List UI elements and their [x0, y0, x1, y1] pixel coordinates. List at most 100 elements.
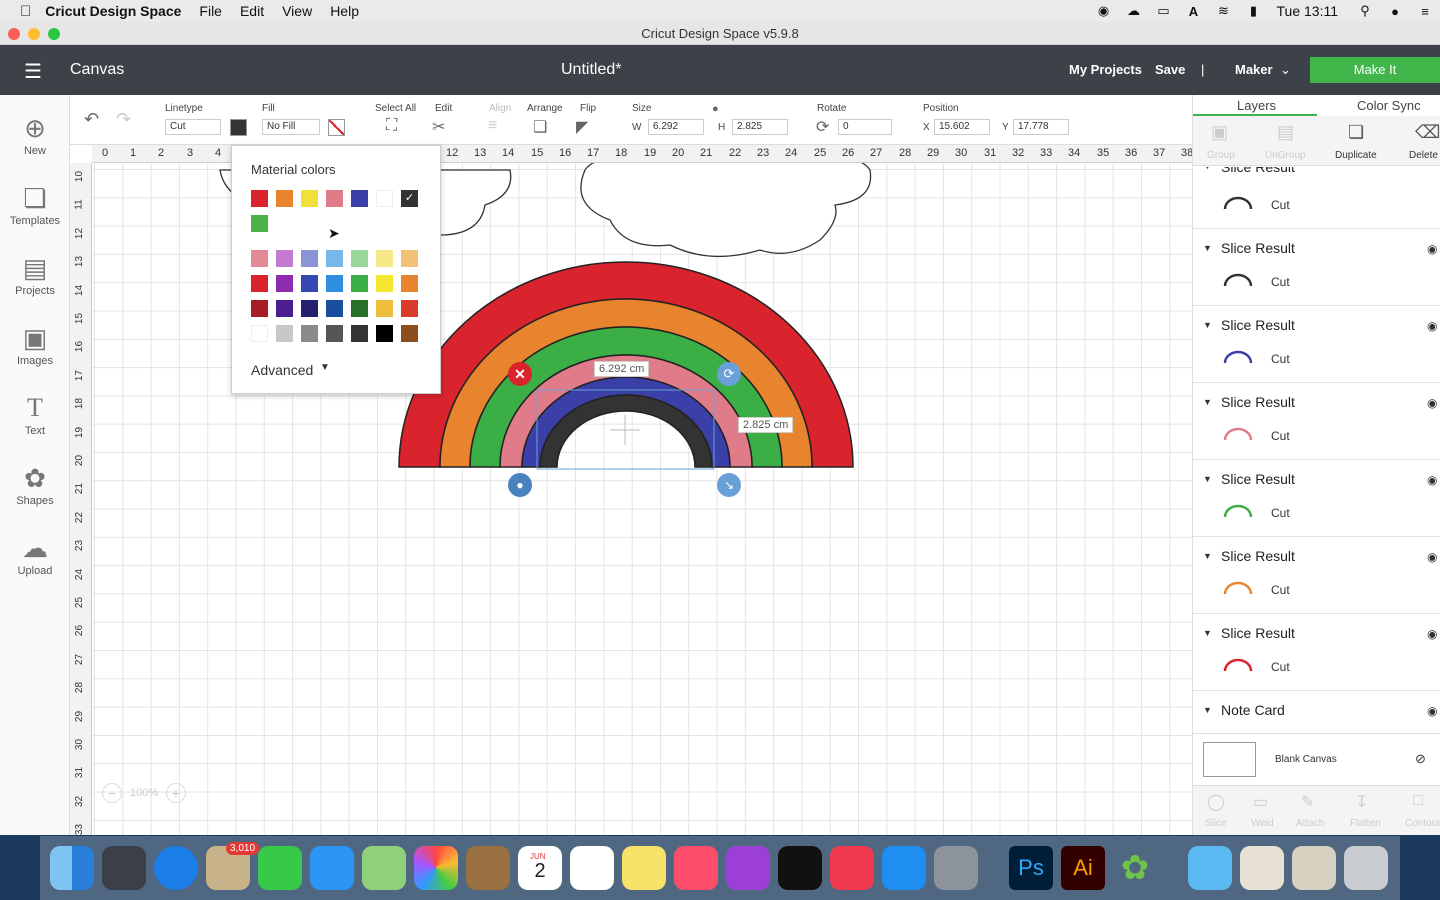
trash-icon[interactable] [1344, 846, 1388, 890]
notes-icon[interactable] [622, 846, 666, 890]
palette-color-swatch[interactable] [251, 250, 268, 267]
material-color-swatch[interactable] [376, 190, 393, 207]
music-icon[interactable] [674, 846, 718, 890]
menu-view[interactable]: View [282, 3, 312, 19]
rail-templates[interactable]: ❏ Templates [0, 181, 70, 227]
tab-color-sync[interactable]: Color Sync [1357, 98, 1421, 113]
contour-icon[interactable]: □ [1413, 792, 1423, 810]
layer-group[interactable]: ▼ Slice Result ◉ Cut [1193, 229, 1440, 306]
collapse-triangle-icon[interactable]: ▼ [1203, 705, 1212, 715]
maps-icon[interactable] [362, 846, 406, 890]
rotate-handle-icon[interactable]: ⟳ [717, 362, 741, 386]
blank-canvas-row[interactable]: Blank Canvas ⊘ [1193, 733, 1440, 785]
airplay-icon[interactable]: ▭ [1149, 3, 1179, 19]
collapse-triangle-icon[interactable]: ▼ [1203, 243, 1212, 253]
palette-color-swatch[interactable] [351, 275, 368, 292]
palette-color-swatch[interactable] [276, 250, 293, 267]
palette-color-swatch[interactable] [401, 300, 418, 317]
layer-group[interactable]: ▼ Slice Result ◉ Cut [1193, 306, 1440, 383]
weld-icon[interactable]: ▭ [1253, 792, 1268, 812]
eye-icon[interactable]: ◉ [1427, 704, 1437, 718]
flatten-button[interactable]: Flatten [1350, 818, 1381, 829]
palette-color-swatch[interactable] [301, 325, 318, 342]
rail-upload[interactable]: ☁ Upload [0, 531, 70, 577]
layer-group[interactable]: ▼ Slice Result ◉ Cut [1193, 383, 1440, 460]
folder-icon[interactable] [1188, 846, 1232, 890]
collapse-triangle-icon[interactable]: ▼ [1203, 397, 1212, 407]
eye-icon[interactable]: ◉ [1427, 550, 1437, 564]
delete-handle-icon[interactable]: ✕ [508, 362, 532, 386]
layer-group[interactable]: ▼ Slice Result ◉ Cut [1193, 460, 1440, 537]
my-projects-button[interactable]: My Projects [1069, 62, 1142, 77]
system-preferences-icon[interactable] [934, 846, 978, 890]
attach-icon[interactable]: ✎ [1301, 792, 1314, 812]
contacts-icon[interactable] [466, 846, 510, 890]
linetype-select[interactable]: Cut [165, 119, 221, 135]
width-input[interactable]: 6.292 [648, 119, 704, 135]
group-icon[interactable]: ▣ [1211, 122, 1228, 143]
select-all-icon[interactable]: ⛶ [386, 117, 397, 135]
advanced-caret-icon[interactable]: ▼ [320, 362, 330, 373]
creative-cloud-icon[interactable]: ☁ [1119, 3, 1149, 19]
fill-none-swatch[interactable] [328, 119, 345, 136]
machine-select[interactable]: Maker [1235, 62, 1273, 77]
photos-icon[interactable] [414, 846, 458, 890]
rail-shapes[interactable]: ✿ Shapes [0, 461, 70, 507]
rail-text[interactable]: T Text [0, 391, 70, 437]
palette-color-swatch[interactable] [276, 300, 293, 317]
ungroup-icon[interactable]: ▤ [1277, 122, 1294, 143]
eye-icon[interactable]: ◉ [1427, 627, 1437, 641]
minimize-window-button[interactable] [28, 28, 40, 40]
eye-hidden-icon[interactable]: ⊘ [1415, 751, 1426, 767]
make-it-button[interactable]: Make It [1310, 57, 1440, 83]
document-thumbnail-2[interactable] [1292, 846, 1336, 890]
tab-layers[interactable]: Layers [1237, 98, 1276, 113]
reminders-icon[interactable] [570, 846, 614, 890]
eye-icon[interactable]: ◉ [1427, 319, 1437, 333]
weld-button[interactable]: Weld [1251, 818, 1274, 829]
palette-color-swatch[interactable] [351, 300, 368, 317]
align-icon[interactable]: ≡ [488, 117, 497, 135]
delete-button[interactable]: Delete [1409, 150, 1438, 161]
advanced-toggle[interactable]: Advanced [251, 362, 313, 378]
lock-handle-icon[interactable]: ● [508, 473, 532, 497]
flatten-icon[interactable]: ↧ [1355, 792, 1368, 812]
palette-color-swatch[interactable] [251, 275, 268, 292]
height-input[interactable]: 2.825 [732, 119, 788, 135]
chevron-down-icon[interactable]: ⌄ [1280, 62, 1291, 78]
palette-color-swatch[interactable] [276, 275, 293, 292]
layer-group[interactable]: ▼ Slice Result Cut [1193, 167, 1440, 229]
material-color-swatch[interactable] [276, 190, 293, 207]
apple-tv-icon[interactable] [778, 846, 822, 890]
palette-color-swatch[interactable] [401, 325, 418, 342]
clock[interactable]: Tue 13:11 [1277, 3, 1339, 19]
input-source-icon[interactable]: A [1179, 4, 1209, 19]
collapse-triangle-icon[interactable]: ▼ [1203, 628, 1212, 638]
photoshop-icon[interactable]: Ps [1009, 846, 1053, 890]
material-color-swatch[interactable]: ✓ [401, 190, 418, 207]
app-store-icon[interactable] [882, 846, 926, 890]
zoom-in-icon[interactable]: + [166, 783, 186, 803]
eye-icon[interactable]: ◉ [1427, 242, 1437, 256]
collapse-triangle-icon[interactable]: ▼ [1203, 320, 1212, 330]
flip-icon[interactable]: ◤ [576, 117, 588, 137]
slice-button[interactable]: Slice [1205, 818, 1227, 829]
collapse-triangle-icon[interactable]: ▼ [1203, 551, 1212, 561]
palette-color-swatch[interactable] [301, 300, 318, 317]
launchpad-icon[interactable] [102, 846, 146, 890]
material-color-swatch[interactable] [301, 190, 318, 207]
calendar-icon[interactable]: JUN 2 [518, 846, 562, 890]
duplicate-icon[interactable]: ❏ [1348, 122, 1364, 143]
palette-color-swatch[interactable] [251, 300, 268, 317]
news-icon[interactable] [830, 846, 874, 890]
ungroup-button[interactable]: UnGroup [1265, 150, 1306, 161]
wifi-icon[interactable]: ≋ [1209, 3, 1239, 19]
menu-file[interactable]: File [199, 3, 222, 19]
rail-projects[interactable]: ▤ Projects [0, 251, 70, 297]
finder-icon[interactable] [50, 846, 94, 890]
document-thumbnail-1[interactable] [1240, 846, 1284, 890]
material-color-swatch[interactable] [326, 190, 343, 207]
zoom-window-button[interactable] [48, 28, 60, 40]
linetype-color-swatch[interactable] [230, 119, 247, 136]
palette-color-swatch[interactable] [351, 325, 368, 342]
